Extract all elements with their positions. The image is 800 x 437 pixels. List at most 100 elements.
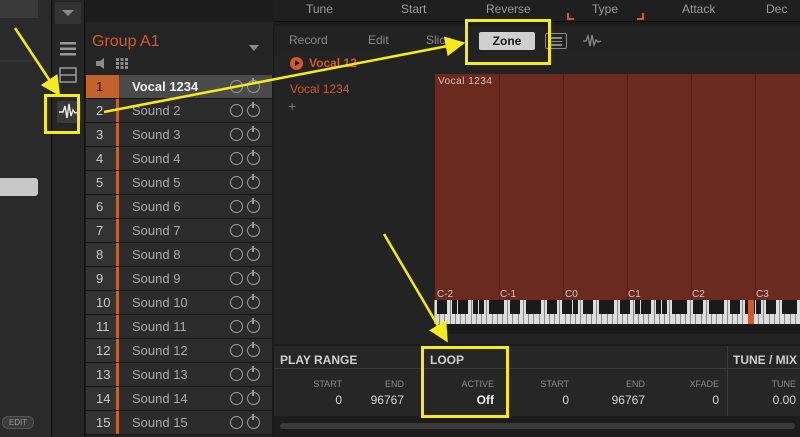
black-key[interactable] [515,300,521,314]
sound-list-item[interactable]: 12 Sound 12 [86,339,272,363]
loop-xfade-value[interactable]: 0 [680,393,719,407]
group-dropdown-arrow[interactable] [249,38,259,56]
power-icon[interactable] [247,270,260,285]
param-tune-label[interactable]: Tune [306,2,333,16]
sound-list-item[interactable]: 7 Sound 7 [86,219,272,243]
sound-list-item[interactable]: 9 Sound 9 [86,267,272,291]
param-start-label[interactable]: Start [401,2,426,16]
sound-list-item[interactable]: 5 Sound 5 [86,171,272,195]
play-range-start-value[interactable]: 0 [312,393,342,407]
sound-list-item[interactable]: 8 Sound 8 [86,243,272,267]
black-key[interactable] [734,300,740,314]
black-key[interactable] [719,300,725,314]
black-key[interactable] [792,300,798,314]
sound-list-item[interactable]: 15 Sound 15 [86,411,272,435]
black-key[interactable] [645,300,651,314]
sound-color-bar [116,99,119,122]
piano-keyboard[interactable] [434,300,800,324]
power-icon[interactable] [247,198,260,213]
power-icon[interactable] [247,342,260,357]
focus-icon[interactable] [230,152,243,165]
black-key[interactable] [499,300,505,314]
black-key[interactable] [624,300,630,314]
sample-list-item[interactable]: Vocal 1234 [290,82,349,96]
power-icon[interactable] [247,414,260,429]
speaker-icon[interactable] [96,56,108,74]
power-icon[interactable] [247,222,260,237]
black-key[interactable] [698,300,704,314]
power-icon[interactable] [247,246,260,261]
tune-label: TUNE [771,379,797,389]
focus-icon[interactable] [230,416,243,429]
zone-waveform-icon[interactable] [582,33,602,54]
focus-icon[interactable] [230,272,243,285]
group-title[interactable]: Group A1 [92,33,160,51]
param-type-label[interactable]: Type [592,2,618,16]
focus-icon[interactable] [230,392,243,405]
tune-value[interactable]: 0.00 [756,393,796,407]
power-icon[interactable] [247,366,260,381]
edit-button[interactable]: EDIT [2,416,34,429]
focus-icon[interactable] [230,200,243,213]
param-reverse-label[interactable]: Reverse [486,2,531,16]
black-key[interactable] [462,300,468,314]
sound-list-item[interactable]: 4 Sound 4 [86,147,272,171]
black-key[interactable] [755,300,761,314]
black-key[interactable] [572,300,578,314]
power-icon[interactable] [247,126,260,141]
black-key[interactable] [441,300,447,314]
focus-icon[interactable] [230,320,243,333]
focus-icon[interactable] [230,368,243,381]
channel-strip-icon[interactable] [58,66,78,84]
sound-list-item[interactable]: 10 Sound 10 [86,291,272,315]
tab-edit[interactable]: Edit [368,33,389,47]
white-key-divider [705,300,707,324]
power-icon[interactable] [247,294,260,309]
power-icon[interactable] [247,390,260,405]
black-key[interactable] [536,300,542,314]
play-range-end-value[interactable]: 96767 [364,393,404,407]
focus-icon[interactable] [230,296,243,309]
sound-list-item[interactable]: 14 Sound 14 [86,387,272,411]
sound-list-item[interactable]: 1 Vocal 1234 [86,75,272,99]
power-icon[interactable] [247,174,260,189]
sound-list-item[interactable]: 11 Sound 11 [86,315,272,339]
focus-icon[interactable] [230,176,243,189]
param-attack-label[interactable]: Attack [682,2,715,16]
list-icon[interactable] [58,40,78,58]
pad-grid-icon[interactable] [116,56,128,74]
left-selector-chip[interactable] [0,178,38,196]
play-sample-icon[interactable] [290,57,303,70]
black-key[interactable] [588,300,594,314]
power-icon[interactable] [247,102,260,117]
power-icon[interactable] [247,150,260,165]
black-key[interactable] [682,300,688,314]
focus-icon[interactable] [230,80,243,93]
focus-icon[interactable] [230,104,243,117]
param-decay-label[interactable]: Dec [766,2,787,16]
collapse-chevron-button[interactable] [55,2,81,24]
parameter-strip-scrollbar[interactable] [280,423,795,429]
focus-icon[interactable] [230,344,243,357]
loop-end-value[interactable]: 96767 [595,393,645,407]
focus-icon[interactable] [230,224,243,237]
keyboard-scrollbar[interactable] [434,324,800,334]
black-key[interactable] [661,300,667,314]
tab-slice[interactable]: Slice [426,33,452,47]
loop-start-value[interactable]: 0 [530,393,569,407]
add-sample-button[interactable]: + [288,98,296,114]
power-icon[interactable] [247,318,260,333]
black-key[interactable] [551,300,557,314]
black-key[interactable] [609,300,615,314]
sound-list-item[interactable]: 3 Sound 3 [86,123,272,147]
tab-record[interactable]: Record [289,33,328,47]
zone-map[interactable] [434,74,800,300]
black-key[interactable] [478,300,484,314]
sound-list-item[interactable]: 6 Sound 6 [86,195,272,219]
power-icon[interactable] [247,78,260,93]
focus-icon[interactable] [230,248,243,261]
black-key[interactable] [771,300,777,314]
sound-list-item[interactable]: 2 Sound 2 [86,99,272,123]
focus-icon[interactable] [230,128,243,141]
sound-list-item[interactable]: 13 Sound 13 [86,363,272,387]
